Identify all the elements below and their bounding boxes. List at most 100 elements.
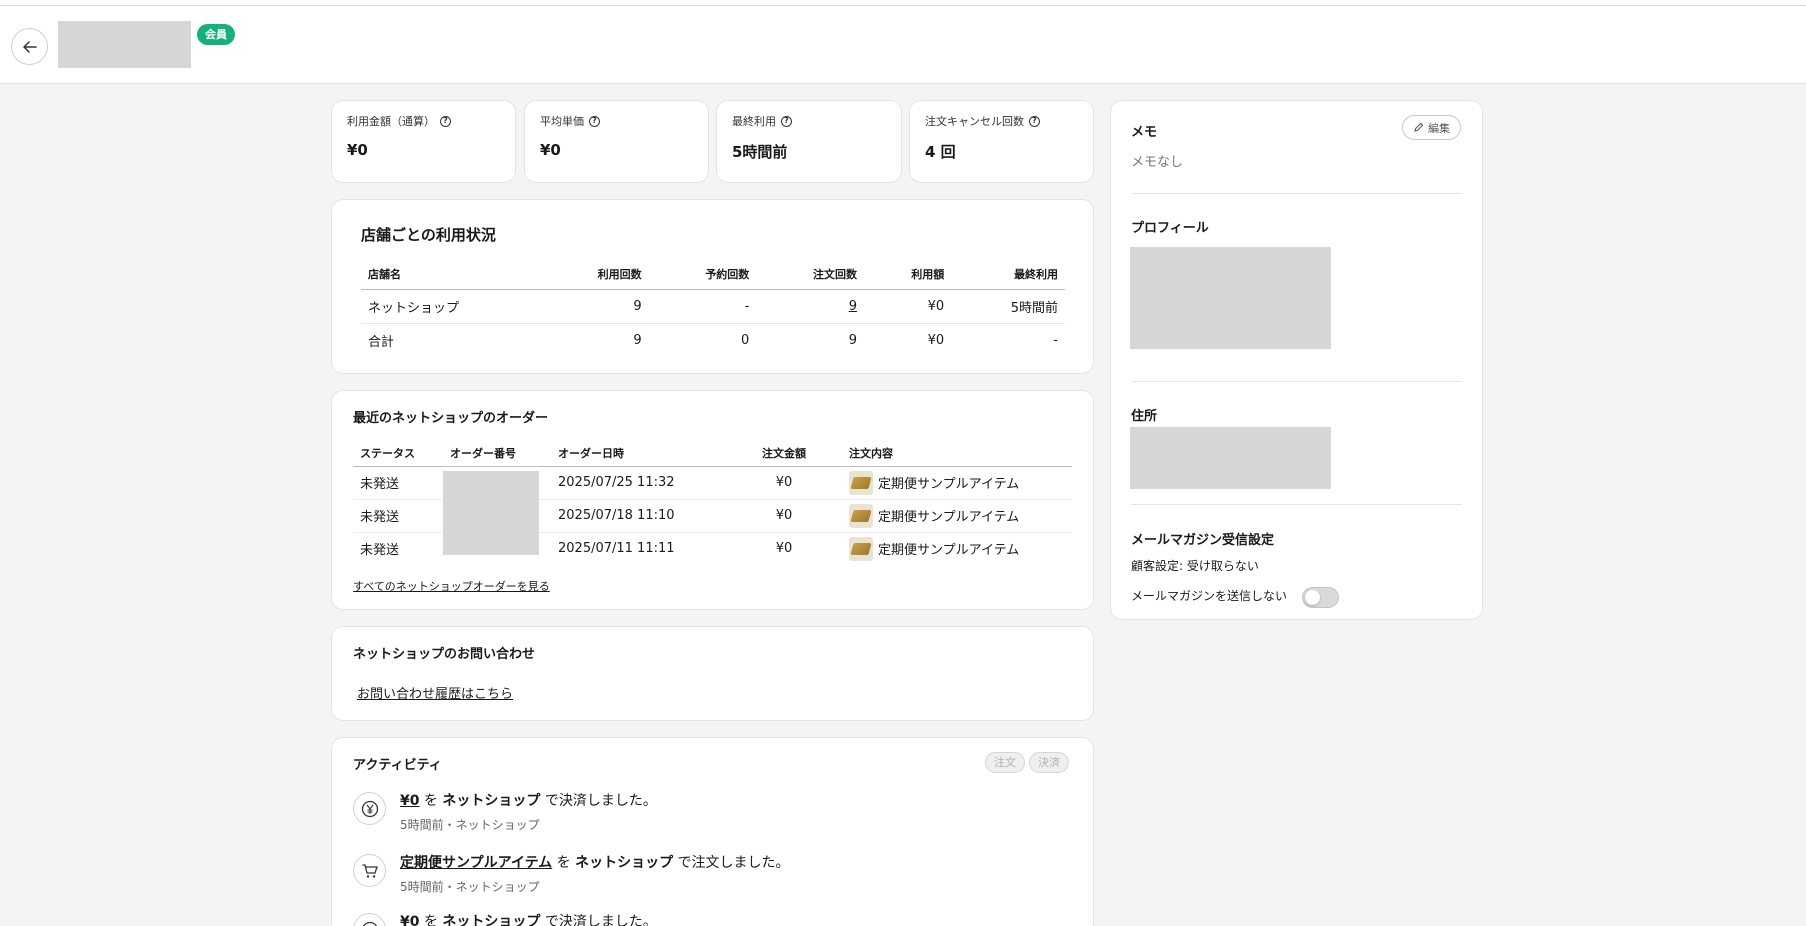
activity-action: で決済しました。: [540, 793, 657, 809]
edit-memo-button[interactable]: 編集: [1402, 115, 1461, 140]
order-number-placeholder: [443, 471, 539, 555]
activity-item: ¥0 を ネットショップ で決済しました。 5時間前・ネットショップ: [353, 792, 657, 833]
store-usage-table: 店舗名 利用回数 予約回数 注文回数 利用額 最終利用 ネットショップ 9 - …: [361, 260, 1065, 357]
order-datetime: 2025/07/18 11:10: [551, 499, 726, 533]
activity-store: ネットショップ: [442, 914, 541, 926]
newsletter-send-toggle[interactable]: [1302, 587, 1339, 608]
order-item-name: 定期便サンプルアイテム: [878, 543, 1020, 559]
order-status: 未発送: [360, 543, 400, 559]
memo-title: メモ: [1131, 125, 1158, 140]
order-count-link[interactable]: 9: [849, 299, 857, 314]
order-status: 未発送: [353, 499, 443, 533]
order-amount: ¥0: [726, 466, 842, 500]
cart-icon: [353, 854, 386, 887]
activity-item: ¥0 を ネットショップ で決済しました。: [353, 913, 657, 926]
stat-card-last-use: 最終利用? 5時間前: [716, 100, 902, 183]
order-amount: ¥0: [726, 499, 842, 533]
stat-card-average-price: 平均単価? ¥0: [524, 100, 709, 183]
stat-label: 注文キャンセル回数: [925, 115, 1024, 128]
activity-action: で注文しました。: [673, 855, 790, 871]
store-usage-title: 店舗ごとの利用状況: [361, 226, 496, 244]
stat-value: 4 回: [925, 143, 956, 161]
activity-meta: 5時間前・ネットショップ: [400, 818, 540, 832]
back-button[interactable]: [11, 28, 48, 65]
column-header: オーダー番号: [443, 440, 551, 467]
newsletter-title: メールマガジン受信設定: [1131, 533, 1275, 548]
activity-action: で決済しました。: [540, 914, 657, 926]
profile-placeholder: [1130, 247, 1331, 349]
recent-orders-card: 最近のネットショップのオーダー ステータス オーダー番号 オーダー日時 注文金額…: [331, 390, 1094, 610]
activity-meta: 5時間前・ネットショップ: [400, 880, 540, 894]
stat-value: ¥0: [540, 141, 561, 159]
stat-value: 5時間前: [732, 143, 788, 161]
amount: ¥0: [927, 332, 945, 348]
reserve-count: 0: [741, 332, 750, 348]
activity-particle: を: [552, 855, 576, 871]
store-name: ネットショップ: [361, 289, 541, 324]
column-header: 最終利用: [951, 260, 1065, 290]
help-icon[interactable]: ?: [1029, 115, 1040, 127]
activity-subject-link[interactable]: ¥0: [400, 793, 419, 809]
order-status: 未発送: [353, 466, 443, 500]
yen-icon: [353, 913, 386, 926]
customer-sidebar: メモ 編集 メモなし プロフィール 住所 メールマガジン受信設定 顧客設定: 受…: [1110, 100, 1483, 620]
use-count: 9: [541, 289, 649, 324]
inquiry-history-link[interactable]: お問い合わせ履歴はこちら: [357, 683, 513, 702]
activity-title: アクティビティ: [353, 758, 442, 773]
column-header: ステータス: [353, 440, 443, 467]
column-header: 注文金額: [726, 440, 842, 467]
product-thumbnail: [849, 536, 873, 561]
activity-subject-link[interactable]: ¥0: [400, 914, 419, 926]
column-header: 注文回数: [756, 260, 864, 290]
activity-item: 定期便サンプルアイテム を ネットショップ で注文しました。 5時間前・ネットシ…: [353, 854, 790, 895]
pencil-icon: [1414, 122, 1424, 132]
divider: [1131, 504, 1462, 505]
filter-order-chip[interactable]: 注文: [985, 752, 1025, 773]
last-use: 5時間前: [951, 289, 1065, 324]
table-row: ネットショップ 9 - 9 ¥0 5時間前: [361, 289, 1065, 324]
last-use: -: [1053, 332, 1058, 348]
stat-value: ¥0: [347, 141, 368, 159]
order-datetime: 2025/07/25 11:32: [551, 466, 726, 500]
toggle-knob: [1305, 590, 1320, 605]
product-thumbnail: [849, 503, 873, 528]
address-title: 住所: [1131, 409, 1158, 424]
help-icon[interactable]: ?: [781, 115, 792, 127]
column-header: 予約回数: [648, 260, 757, 290]
order-item-name: 定期便サンプルアイテム: [878, 510, 1020, 525]
stat-label: 利用金額（通算）: [347, 115, 435, 128]
order-count: 9: [848, 332, 857, 348]
column-header: 利用額: [863, 260, 952, 290]
column-header: オーダー日時: [551, 440, 726, 467]
help-icon[interactable]: ?: [440, 115, 451, 127]
divider: [1131, 193, 1462, 194]
order-datetime: 2025/07/11 11:11: [558, 541, 675, 557]
view-all-orders-link[interactable]: すべてのネットショップオーダーを見る: [353, 578, 550, 594]
activity-store: ネットショップ: [575, 855, 674, 871]
activity-subject-link[interactable]: 定期便サンプルアイテム: [400, 855, 552, 871]
toggle-label: メールマガジンを送信しない: [1131, 589, 1288, 603]
column-header: 注文内容: [842, 440, 1072, 467]
product-thumbnail: [849, 470, 873, 495]
profile-title: プロフィール: [1131, 221, 1209, 236]
amount: ¥0: [863, 289, 952, 324]
stat-label: 平均単価: [540, 115, 584, 128]
activity-particle: を: [419, 914, 443, 926]
activity-store: ネットショップ: [442, 793, 541, 809]
newsletter-toggle-row: メールマガジンを送信しない: [1111, 565, 1484, 615]
inquiry-card: ネットショップのお問い合わせ お問い合わせ履歴はこちら: [331, 626, 1094, 721]
filter-payment-chip[interactable]: 決済: [1029, 752, 1069, 773]
stat-card-cancel-count: 注文キャンセル回数? 4 回: [909, 100, 1094, 183]
table-row-total: 合計 9 0 9 ¥0 -: [361, 323, 1065, 357]
activity-particle: を: [419, 793, 443, 809]
memo-empty-text: メモなし: [1131, 155, 1184, 170]
column-header: 店舗名: [361, 260, 541, 290]
order-item-name: 定期便サンプルアイテム: [878, 477, 1020, 492]
recent-orders-title: 最近のネットショップのオーダー: [353, 411, 549, 426]
help-icon[interactable]: ?: [589, 115, 600, 127]
yen-icon: [353, 792, 386, 825]
store-usage-card: 店舗ごとの利用状況 店舗名 利用回数 予約回数 注文回数 利用額 最終利用 ネッ…: [331, 199, 1094, 374]
order-amount: ¥0: [775, 541, 793, 557]
store-name: 合計: [368, 334, 395, 350]
activity-card: アクティビティ 注文 決済 ¥0 を ネットショップ で決済しました。 5時間前…: [331, 737, 1094, 926]
